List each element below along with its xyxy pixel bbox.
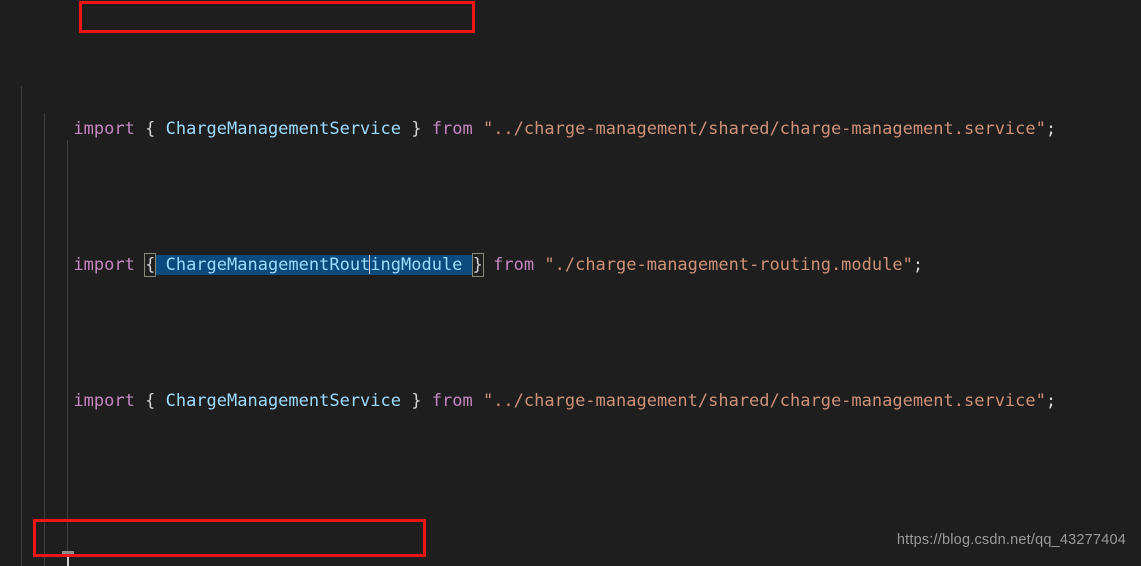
token-selected-identifier-a: ChargeManagementRout — [165, 255, 371, 276]
code-line-clipped-top: import { ChargeManagementService } from … — [0, 89, 1141, 139]
token-string-module-path: "./charge-management-routing.module" — [544, 255, 913, 276]
token-identifier: ChargeManagementService — [165, 119, 401, 140]
token-keyword-from: from — [431, 119, 473, 140]
watermark-url: https://blog.csdn.net/qq_43277404 — [896, 531, 1126, 548]
token-identifier-service: ChargeManagementService — [165, 391, 401, 412]
token-semicolon: ; — [1045, 119, 1057, 140]
token-keyword-import: import — [73, 391, 135, 412]
token-keyword-import: import — [73, 255, 135, 276]
token-selected-identifier-b: ingModule — [370, 255, 463, 276]
token-brace-close-matched: } — [471, 253, 484, 278]
token-brace-open: { — [145, 391, 156, 412]
code-line-import-routing-module[interactable]: import { ChargeManagementRoutingModule }… — [0, 225, 1141, 278]
token-string: "../charge-management/shared/charge-mana… — [482, 119, 1046, 140]
token-brace-close: } — [411, 391, 422, 412]
code-line-import-service[interactable]: import { ChargeManagementService } from … — [0, 361, 1141, 411]
code-editor-screenshot: import { ChargeManagementService } from … — [0, 0, 1141, 566]
token-semicolon: ; — [1045, 391, 1057, 412]
token-brace-open-matched: { — [144, 253, 157, 278]
token-brace: } — [411, 119, 422, 140]
token-keyword-from: from — [431, 391, 473, 412]
token-string-module-path: "../charge-management/shared/charge-mana… — [482, 391, 1046, 412]
token-keyword-from: from — [493, 255, 535, 276]
text-caret-bottom — [67, 556, 69, 566]
code-content[interactable]: import { ChargeManagementService } from … — [0, 0, 1141, 566]
token-semicolon: ; — [912, 255, 924, 276]
token-brace: { — [145, 119, 156, 140]
token-keyword: import — [73, 119, 135, 140]
